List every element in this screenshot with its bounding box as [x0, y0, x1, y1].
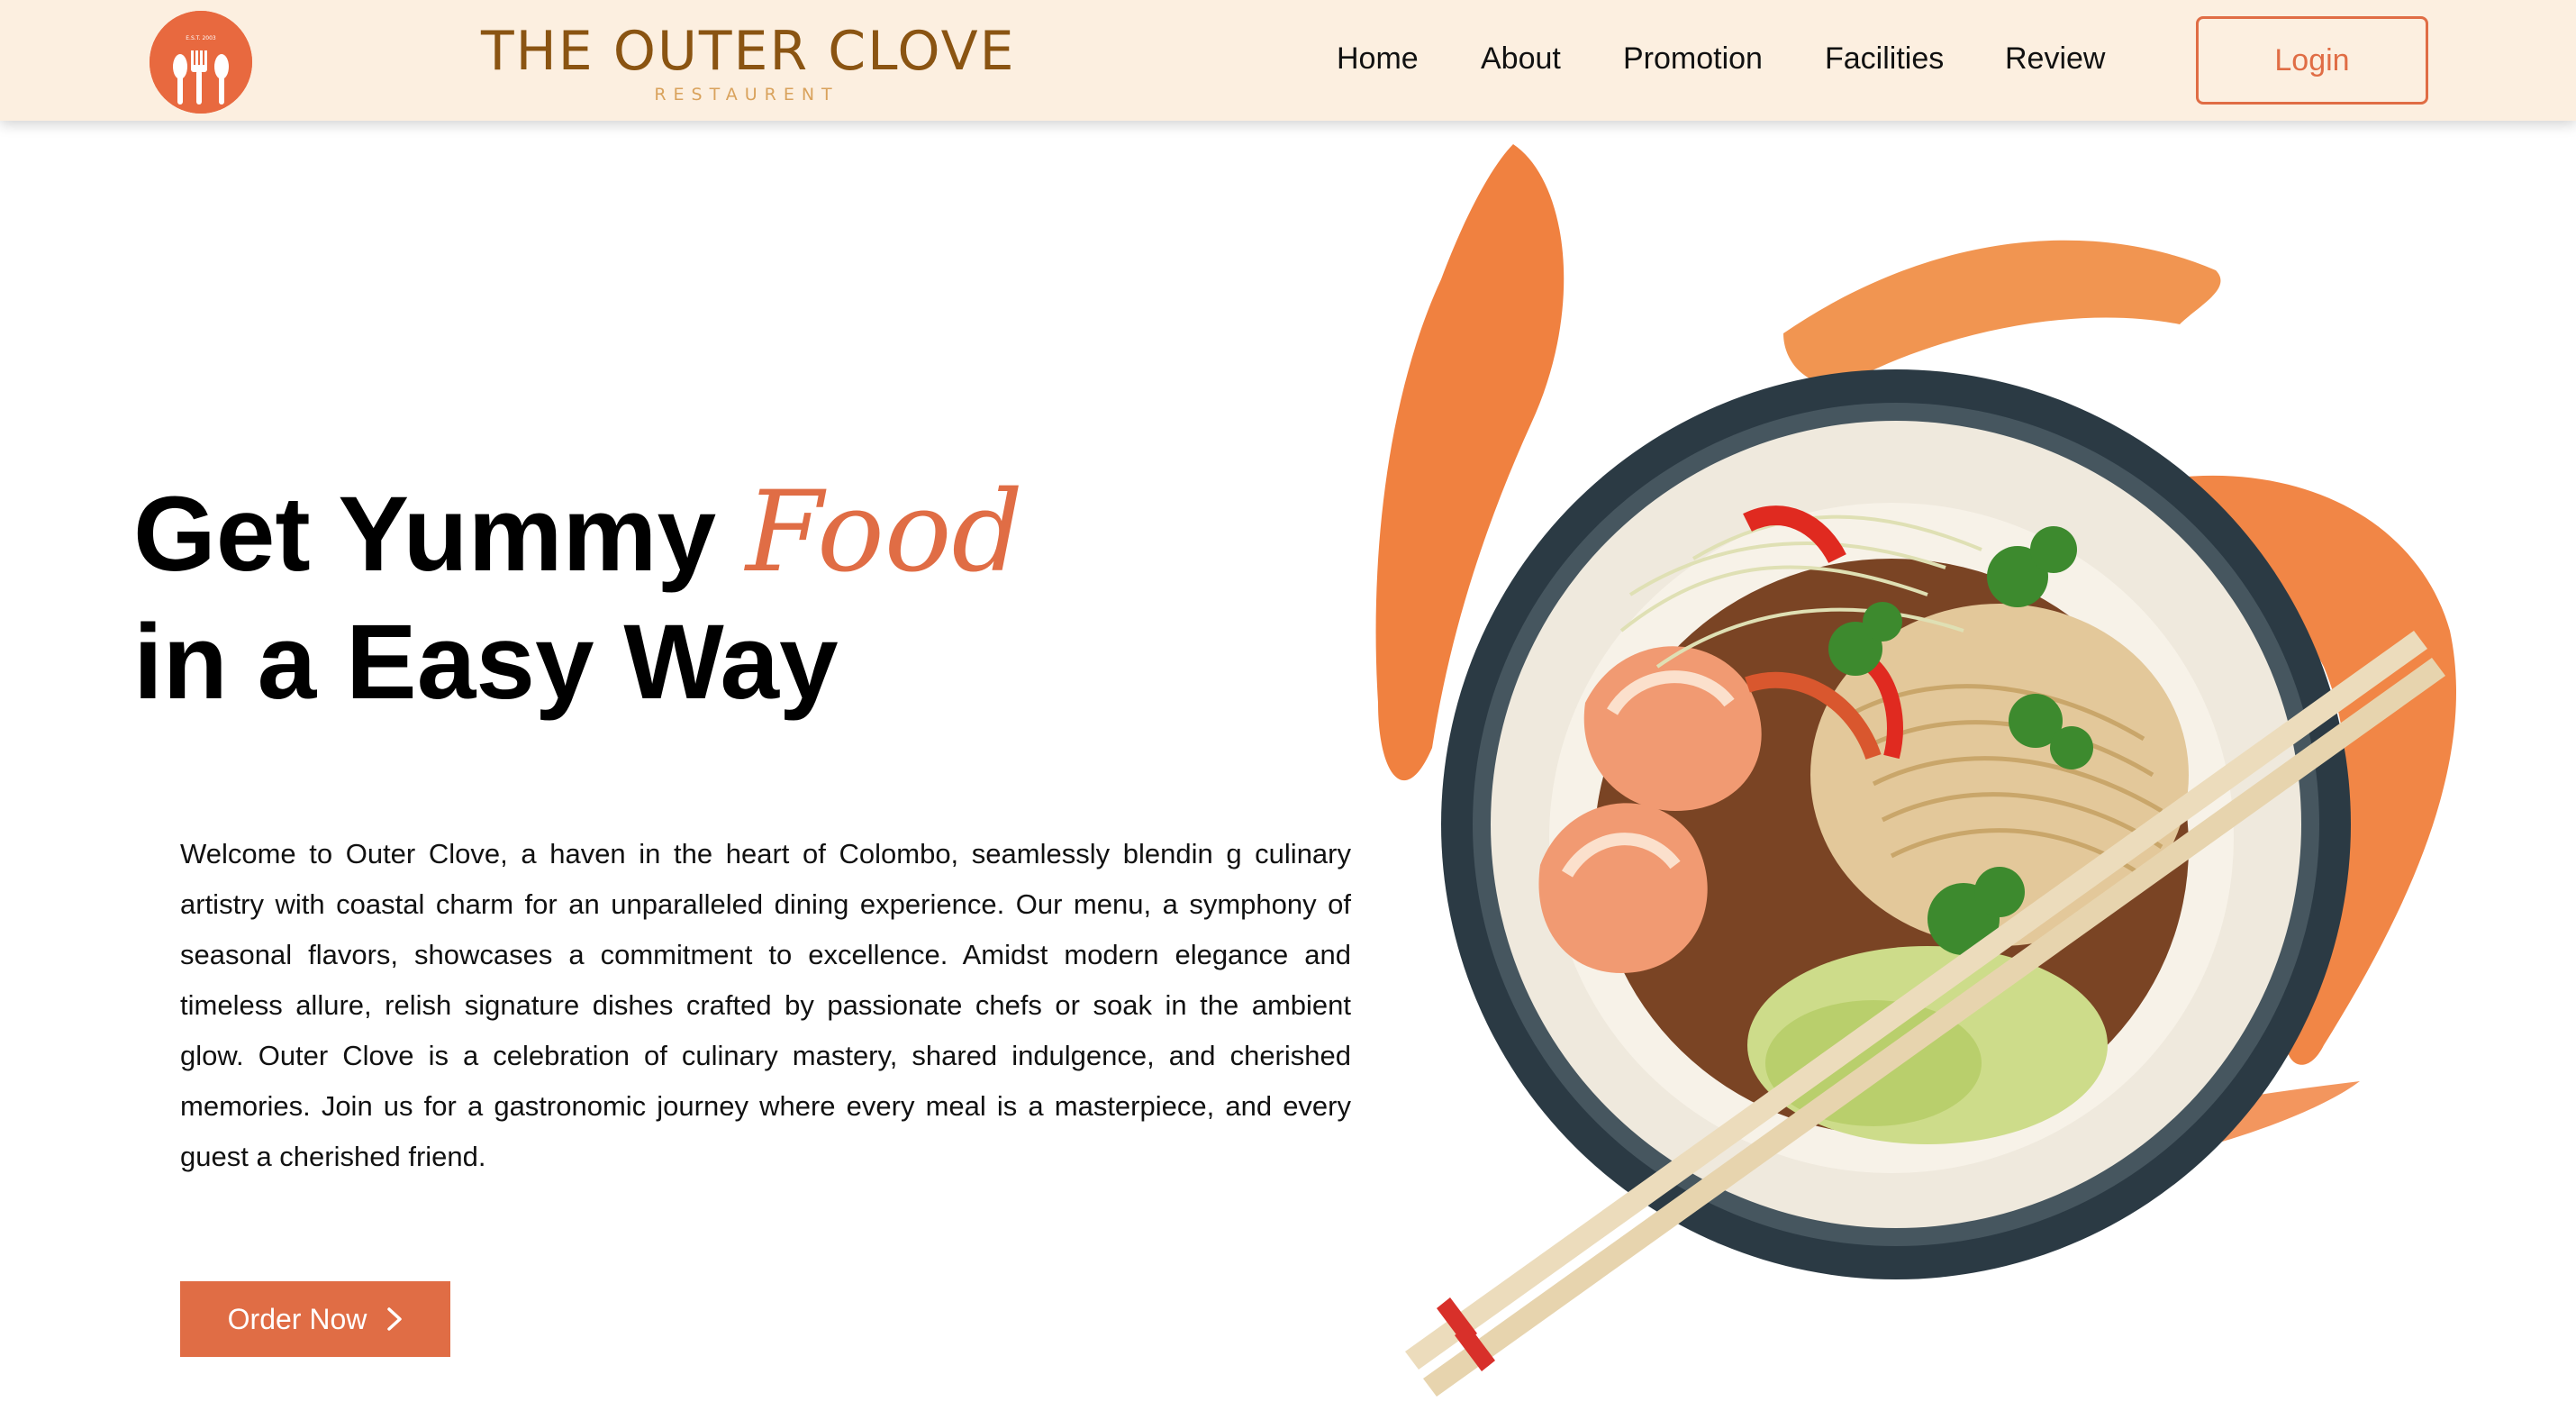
login-button[interactable]: Login — [2196, 16, 2428, 105]
hero-description: Welcome to Outer Clove, a haven in the h… — [180, 838, 1351, 1172]
site-header: E.S.T. 2003 THE OUTER CLOVE RESTAURENT H… — [0, 0, 2576, 121]
nav-review[interactable]: Review — [2005, 41, 2105, 77]
svg-text:E.S.T. 2003: E.S.T. 2003 — [186, 35, 216, 41]
brand-subtitle: RESTAURENT — [654, 85, 839, 105]
order-now-button[interactable]: Order Now — [180, 1281, 450, 1357]
hero-title: Get Yummy Food in a Easy Way — [133, 469, 1023, 726]
hero-title-accent: Food — [745, 468, 1023, 597]
nav-about[interactable]: About — [1481, 41, 1561, 77]
chevron-right-icon — [387, 1307, 403, 1331]
restaurant-logo[interactable]: E.S.T. 2003 — [150, 11, 252, 114]
nav-home[interactable]: Home — [1337, 41, 1419, 77]
brand-title: THE OUTER CLOVE — [481, 20, 1016, 83]
nav-facilities[interactable]: Facilities — [1825, 41, 1944, 77]
hero-title-line2: in a Easy Way — [133, 603, 839, 722]
noodle-bowl-image — [1243, 126, 2576, 1420]
fork-spoon-icon: E.S.T. 2003 — [150, 11, 252, 114]
nav-promotion[interactable]: Promotion — [1623, 41, 1763, 77]
hero-title-part1: Get Yummy — [133, 475, 717, 594]
order-now-label: Order Now — [227, 1302, 367, 1335]
